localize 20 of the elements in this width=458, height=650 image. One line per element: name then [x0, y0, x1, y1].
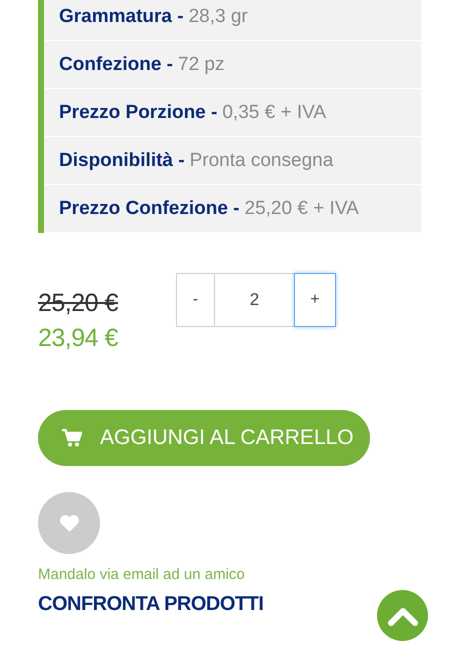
spec-value: 28,3 gr	[188, 6, 248, 28]
old-price: 25,20 €	[38, 289, 118, 318]
cart-icon	[62, 429, 82, 447]
spec-value: 72 pz	[178, 54, 224, 76]
current-price: 23,94 €	[38, 324, 118, 353]
increase-button[interactable]: +	[294, 273, 336, 327]
spec-label: Confezione -	[59, 54, 173, 76]
spec-label: Disponibilità -	[59, 150, 185, 172]
decrease-button[interactable]: -	[176, 273, 215, 327]
spec-value: 0,35 € + IVA	[222, 102, 326, 124]
heart-icon	[58, 514, 80, 532]
scroll-top-button[interactable]	[377, 590, 428, 641]
spec-label: Prezzo Porzione -	[59, 102, 218, 124]
chevron-up-icon	[388, 606, 418, 626]
spec-value: Pronta consegna	[190, 150, 334, 172]
spec-value: 25,20 € + IVA	[244, 198, 359, 220]
spec-label: Prezzo Confezione -	[59, 198, 240, 220]
spec-label: Grammatura -	[59, 6, 184, 28]
quantity-field[interactable]: 2	[214, 273, 294, 327]
compare-link[interactable]: CONFRONTA PRODOTTI	[38, 593, 264, 616]
